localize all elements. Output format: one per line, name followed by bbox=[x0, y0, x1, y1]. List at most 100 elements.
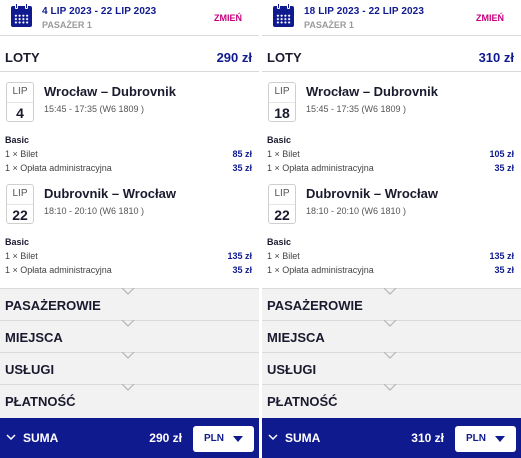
total-price: 290 zł bbox=[149, 431, 182, 445]
ticket-price: 135 zł bbox=[489, 251, 514, 261]
section-services[interactable]: USŁUGI bbox=[262, 352, 521, 384]
fee-line: 1 × Opłata administracyjna bbox=[5, 163, 112, 173]
chevron-down-icon bbox=[121, 320, 135, 327]
section-title: PASAŻEROWIE bbox=[5, 298, 101, 313]
flight-month: LIP bbox=[274, 188, 290, 199]
fare-type: Basic bbox=[5, 237, 30, 247]
trip-header: 4 LIP 2023 - 22 LIP 2023 PASAŻER 1 ZMIEŃ bbox=[0, 0, 259, 36]
flights-total: 290 zł bbox=[216, 50, 252, 65]
inbound-fare: Basic 1 × Bilet 135 zł 1 × Opłata admini… bbox=[262, 237, 521, 277]
flight-month: LIP bbox=[12, 188, 28, 199]
section-title: PASAŻEROWIE bbox=[267, 298, 363, 313]
trip-header: 18 LIP 2023 - 22 LIP 2023 PASAŻER 1 ZMIE… bbox=[262, 0, 521, 36]
section-title: PŁATNOŚĆ bbox=[267, 394, 338, 409]
outbound-fare: Basic 1 × Bilet 85 zł 1 × Opłata adminis… bbox=[0, 135, 259, 175]
flight-date-box: LIP 4 bbox=[6, 82, 34, 122]
flight-route: Wrocław – Dubrovnik bbox=[44, 84, 176, 99]
booking-summary-panel-1: 4 LIP 2023 - 22 LIP 2023 PASAŻER 1 ZMIEŃ… bbox=[0, 0, 259, 458]
flights-row: LOTY 310 zł bbox=[262, 42, 521, 72]
fare-type: Basic bbox=[267, 135, 292, 145]
flight-day: 22 bbox=[7, 204, 33, 223]
chevron-down-icon bbox=[268, 434, 278, 441]
ticket-line: 1 × Bilet bbox=[267, 251, 300, 261]
chevron-down-icon bbox=[121, 288, 135, 295]
flight-times: 15:45 - 17:35 (W6 1809 ) bbox=[306, 104, 407, 114]
flight-times: 18:10 - 20:10 (W6 1810 ) bbox=[306, 206, 407, 216]
fare-type: Basic bbox=[5, 135, 30, 145]
section-title: USŁUGI bbox=[267, 362, 317, 377]
section-services[interactable]: USŁUGI bbox=[0, 352, 259, 384]
caret-down-icon bbox=[495, 436, 505, 442]
flight-times: 18:10 - 20:10 (W6 1810 ) bbox=[44, 206, 145, 216]
inbound-fare: Basic 1 × Bilet 135 zł 1 × Opłata admini… bbox=[0, 237, 259, 277]
section-payment[interactable]: PŁATNOŚĆ bbox=[0, 384, 259, 418]
inbound-flight: LIP 22 Dubrovnik – Wrocław 18:10 - 20:10… bbox=[0, 184, 259, 230]
inbound-flight: LIP 22 Dubrovnik – Wrocław 18:10 - 20:10… bbox=[262, 184, 521, 230]
flights-total: 310 zł bbox=[478, 50, 514, 65]
trip-dates: 18 LIP 2023 - 22 LIP 2023 bbox=[304, 6, 424, 17]
calendar-icon bbox=[11, 3, 32, 27]
ticket-line: 1 × Bilet bbox=[5, 149, 38, 159]
fee-price: 35 zł bbox=[232, 163, 252, 173]
outbound-flight: LIP 18 Wrocław – Dubrovnik 15:45 - 17:35… bbox=[262, 82, 521, 128]
currency-select[interactable]: PLN bbox=[455, 426, 516, 452]
ticket-price: 135 zł bbox=[227, 251, 252, 261]
fee-line: 1 × Opłata administracyjna bbox=[267, 265, 374, 275]
section-passengers[interactable]: PASAŻEROWIE bbox=[0, 288, 259, 320]
section-title: USŁUGI bbox=[5, 362, 55, 377]
flights-row: LOTY 290 zł bbox=[0, 42, 259, 72]
fee-price: 35 zł bbox=[494, 265, 514, 275]
flight-day: 18 bbox=[269, 102, 295, 121]
section-payment[interactable]: PŁATNOŚĆ bbox=[262, 384, 521, 418]
flight-date-box: LIP 22 bbox=[268, 184, 296, 224]
flight-route: Dubrovnik – Wrocław bbox=[44, 186, 176, 201]
flight-month: LIP bbox=[12, 86, 28, 97]
currency-value: PLN bbox=[204, 433, 224, 444]
passenger-count: PASAŻER 1 bbox=[42, 20, 92, 30]
chevron-down-icon bbox=[6, 434, 16, 441]
currency-value: PLN bbox=[466, 433, 486, 444]
section-seats[interactable]: MIEJSCA bbox=[262, 320, 521, 352]
outbound-flight: LIP 4 Wrocław – Dubrovnik 15:45 - 17:35 … bbox=[0, 82, 259, 128]
calendar-icon bbox=[273, 3, 294, 27]
chevron-down-icon bbox=[383, 384, 397, 391]
trip-dates: 4 LIP 2023 - 22 LIP 2023 bbox=[42, 6, 157, 17]
flight-day: 22 bbox=[269, 204, 295, 223]
flight-date-box: LIP 18 bbox=[268, 82, 296, 122]
section-title: MIEJSCA bbox=[5, 330, 63, 345]
chevron-down-icon bbox=[383, 288, 397, 295]
fee-line: 1 × Opłata administracyjna bbox=[5, 265, 112, 275]
fee-price: 35 zł bbox=[232, 265, 252, 275]
flight-month: LIP bbox=[274, 86, 290, 97]
flights-label: LOTY bbox=[267, 50, 302, 65]
total-bar[interactable]: SUMA 310 zł PLN bbox=[262, 418, 521, 458]
flight-route: Wrocław – Dubrovnik bbox=[306, 84, 438, 99]
flight-day: 4 bbox=[7, 102, 33, 121]
flight-date-box: LIP 22 bbox=[6, 184, 34, 224]
ticket-line: 1 × Bilet bbox=[267, 149, 300, 159]
chevron-down-icon bbox=[121, 352, 135, 359]
section-title: PŁATNOŚĆ bbox=[5, 394, 76, 409]
flight-route: Dubrovnik – Wrocław bbox=[306, 186, 438, 201]
chevron-down-icon bbox=[383, 320, 397, 327]
change-button[interactable]: ZMIEŃ bbox=[476, 13, 504, 23]
total-label: SUMA bbox=[23, 431, 59, 445]
ticket-price: 85 zł bbox=[232, 149, 252, 159]
flight-times: 15:45 - 17:35 (W6 1809 ) bbox=[44, 104, 145, 114]
total-bar[interactable]: SUMA 290 zł PLN bbox=[0, 418, 259, 458]
chevron-down-icon bbox=[383, 352, 397, 359]
section-passengers[interactable]: PASAŻEROWIE bbox=[262, 288, 521, 320]
flights-label: LOTY bbox=[5, 50, 40, 65]
fee-price: 35 zł bbox=[494, 163, 514, 173]
ticket-price: 105 zł bbox=[489, 149, 514, 159]
outbound-fare: Basic 1 × Bilet 105 zł 1 × Opłata admini… bbox=[262, 135, 521, 175]
section-title: MIEJSCA bbox=[267, 330, 325, 345]
section-seats[interactable]: MIEJSCA bbox=[0, 320, 259, 352]
chevron-down-icon bbox=[121, 384, 135, 391]
currency-select[interactable]: PLN bbox=[193, 426, 254, 452]
caret-down-icon bbox=[233, 436, 243, 442]
change-button[interactable]: ZMIEŃ bbox=[214, 13, 242, 23]
total-price: 310 zł bbox=[411, 431, 444, 445]
booking-summary-panel-2: 18 LIP 2023 - 22 LIP 2023 PASAŻER 1 ZMIE… bbox=[262, 0, 521, 458]
fee-line: 1 × Opłata administracyjna bbox=[267, 163, 374, 173]
